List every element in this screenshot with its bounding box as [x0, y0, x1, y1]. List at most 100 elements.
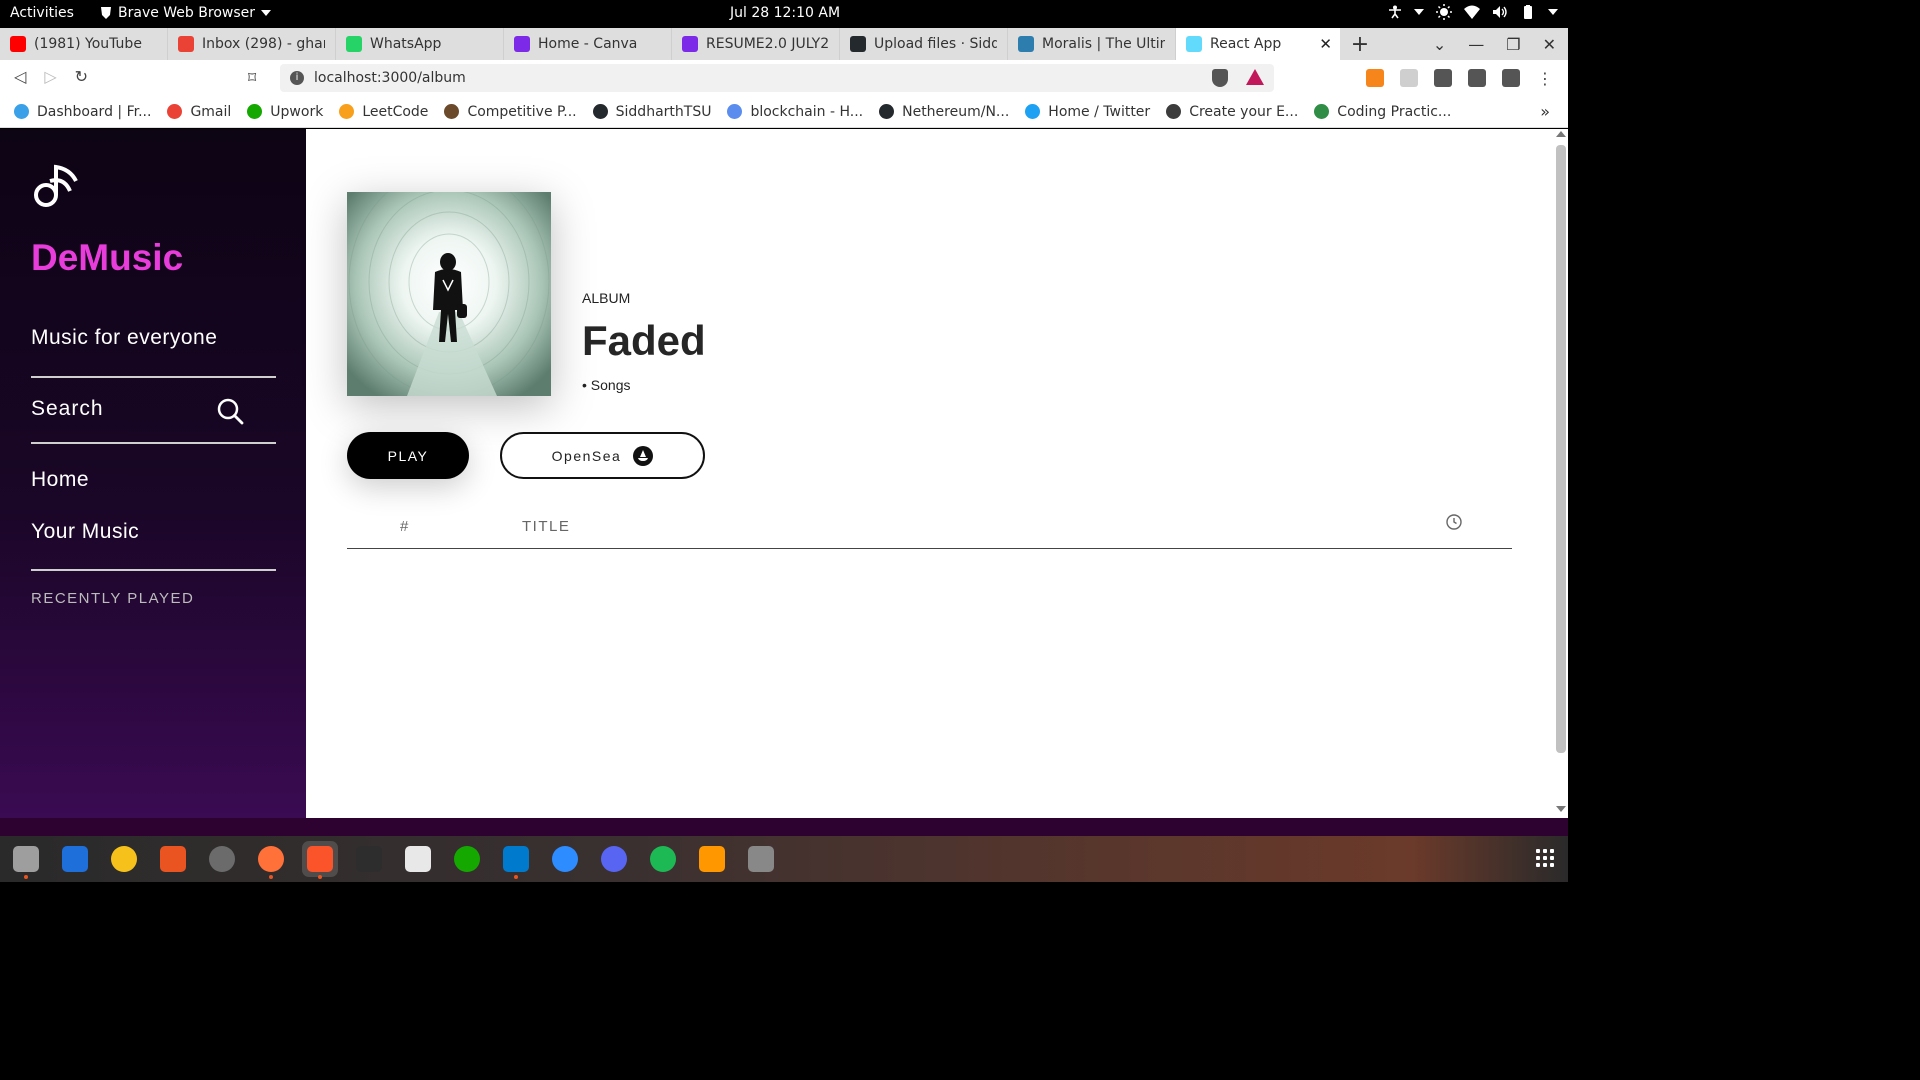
sublime-icon-glyph: [699, 846, 725, 872]
bookmark-item[interactable]: Coding Practic...: [1314, 104, 1451, 120]
bookmark-item[interactable]: Gmail: [167, 104, 231, 120]
extension-icon[interactable]: [1400, 69, 1418, 87]
brave-shields-icon[interactable]: [1212, 69, 1228, 87]
settings-icon[interactable]: [204, 841, 240, 877]
bookmark-label: Home / Twitter: [1048, 103, 1151, 120]
forward-icon[interactable]: ▷: [44, 67, 56, 86]
files-icon-glyph: [13, 846, 39, 872]
bookmark-item[interactable]: Dashboard | Fr...: [14, 104, 151, 120]
battery-icon[interactable]: [1520, 5, 1536, 19]
site-info-icon[interactable]: i: [290, 71, 304, 85]
bookmark-favicon-icon: [592, 104, 608, 119]
disk-icon[interactable]: [743, 841, 779, 877]
bookmark-item[interactable]: blockchain - H...: [727, 104, 863, 120]
caret-down-icon[interactable]: [1548, 9, 1558, 15]
close-window-icon[interactable]: ✕: [1543, 35, 1556, 54]
bookmark-item[interactable]: Competitive P...: [444, 104, 577, 120]
menu-icon[interactable]: ⋮: [1536, 69, 1554, 88]
tab-3[interactable]: Home - Canva: [504, 28, 672, 60]
accessibility-icon[interactable]: [1388, 5, 1402, 19]
discord-icon[interactable]: [596, 841, 632, 877]
terminal-icon-glyph: [356, 846, 382, 872]
page-bottom-strip: [0, 818, 1568, 836]
tab-title: Inbox (298) - gharg: [202, 36, 325, 52]
page-scrollbar[interactable]: [1554, 129, 1568, 818]
more-bookmarks-icon[interactable]: »: [1540, 102, 1550, 121]
files-icon[interactable]: [8, 841, 44, 879]
volume-icon[interactable]: [1492, 5, 1508, 19]
new-tab-button[interactable]: +: [1340, 32, 1380, 57]
vscode-icon[interactable]: [498, 841, 534, 879]
bookmark-favicon-icon: [879, 104, 895, 119]
rhythmbox-icon[interactable]: [106, 841, 142, 877]
caret-down-icon[interactable]: [1414, 9, 1424, 15]
nav-home[interactable]: Home: [31, 468, 89, 492]
album-cover: [347, 192, 551, 396]
scroll-up-icon[interactable]: [1556, 131, 1566, 137]
scrollbar-thumb[interactable]: [1556, 145, 1566, 753]
opensea-button[interactable]: OpenSea: [500, 432, 705, 479]
brave-icon: [101, 7, 111, 19]
wallet-icon[interactable]: [1502, 69, 1520, 87]
bookmark-favicon-icon: [339, 104, 355, 119]
bookmark-item[interactable]: SiddharthTSU: [592, 104, 711, 120]
bookmark-item[interactable]: Nethereum/N...: [879, 104, 1009, 120]
bookmark-item[interactable]: Create your E...: [1166, 104, 1298, 120]
puzzle-icon[interactable]: [1434, 69, 1452, 87]
screenshot-icon[interactable]: [400, 841, 436, 877]
show-apps-icon[interactable]: [1536, 849, 1554, 867]
search-label[interactable]: Search: [31, 397, 104, 420]
system-tray[interactable]: [1388, 4, 1558, 20]
metamask-icon[interactable]: [1366, 69, 1384, 87]
software-icon-glyph: [160, 846, 186, 872]
tab-2[interactable]: WhatsApp: [336, 28, 504, 60]
url-text[interactable]: localhost:3000/album: [314, 70, 466, 86]
tab-7[interactable]: React App ✕: [1176, 28, 1340, 60]
opensea-label: OpenSea: [551, 447, 622, 464]
album-cover-art: [347, 192, 551, 396]
play-button[interactable]: PLAY: [347, 432, 469, 479]
spotify-icon[interactable]: [645, 841, 681, 877]
tab-4[interactable]: RESUME2.0 JULY2: [672, 28, 840, 60]
window-controls: ⌄ — ❐ ✕: [1433, 28, 1568, 60]
brightness-icon[interactable]: [1436, 4, 1452, 20]
sublime-icon[interactable]: [694, 841, 730, 877]
tab-search-icon[interactable]: ⌄: [1433, 35, 1446, 54]
tab-1[interactable]: Inbox (298) - gharg: [168, 28, 336, 60]
terminal-icon[interactable]: [351, 841, 387, 877]
browser-toolbar: ◁ ▷ ↻ ⌑ i localhost:3000/album ⋮: [0, 60, 1568, 96]
close-tab-icon[interactable]: ✕: [1319, 35, 1332, 53]
tab-6[interactable]: Moralis | The Ultim: [1008, 28, 1176, 60]
bookmark-item[interactable]: LeetCode: [339, 104, 428, 120]
bookmark-icon[interactable]: ⌑: [248, 68, 256, 87]
column-header-index: #: [400, 518, 409, 535]
upwork-icon[interactable]: [449, 841, 485, 877]
help-icon[interactable]: [547, 841, 583, 877]
sidebar: DeMusic Music for everyone Search Home Y…: [0, 129, 306, 818]
address-bar[interactable]: i localhost:3000/album: [280, 64, 1274, 92]
writer-icon[interactable]: [57, 841, 93, 877]
clock[interactable]: Jul 28 12:10 AM: [730, 5, 840, 21]
app-menu[interactable]: Brave Web Browser: [100, 5, 271, 21]
minimize-icon[interactable]: —: [1468, 35, 1484, 54]
firefox-icon[interactable]: [253, 841, 289, 879]
media-icon[interactable]: [1468, 69, 1486, 87]
search-icon[interactable]: [216, 397, 244, 425]
bookmark-favicon-icon: [14, 104, 29, 119]
wifi-icon[interactable]: [1464, 5, 1480, 19]
bookmark-item[interactable]: Upwork: [247, 104, 323, 120]
reload-icon[interactable]: ↻: [75, 67, 88, 86]
brand-name[interactable]: DeMusic: [31, 237, 183, 279]
brave-rewards-icon[interactable]: [1246, 69, 1264, 85]
software-icon[interactable]: [155, 841, 191, 877]
scroll-down-icon[interactable]: [1556, 806, 1566, 812]
maximize-icon[interactable]: ❐: [1506, 35, 1520, 54]
nav-your-music[interactable]: Your Music: [31, 520, 139, 544]
tab-0[interactable]: (1981) YouTube: [0, 28, 168, 60]
recently-played-heading: RECENTLY PLAYED: [31, 590, 195, 607]
brave-icon[interactable]: [302, 841, 338, 879]
activities-button[interactable]: Activities: [10, 5, 74, 21]
bookmark-item[interactable]: Home / Twitter: [1025, 104, 1150, 120]
back-icon[interactable]: ◁: [14, 67, 26, 86]
tab-5[interactable]: Upload files · Siddh: [840, 28, 1008, 60]
